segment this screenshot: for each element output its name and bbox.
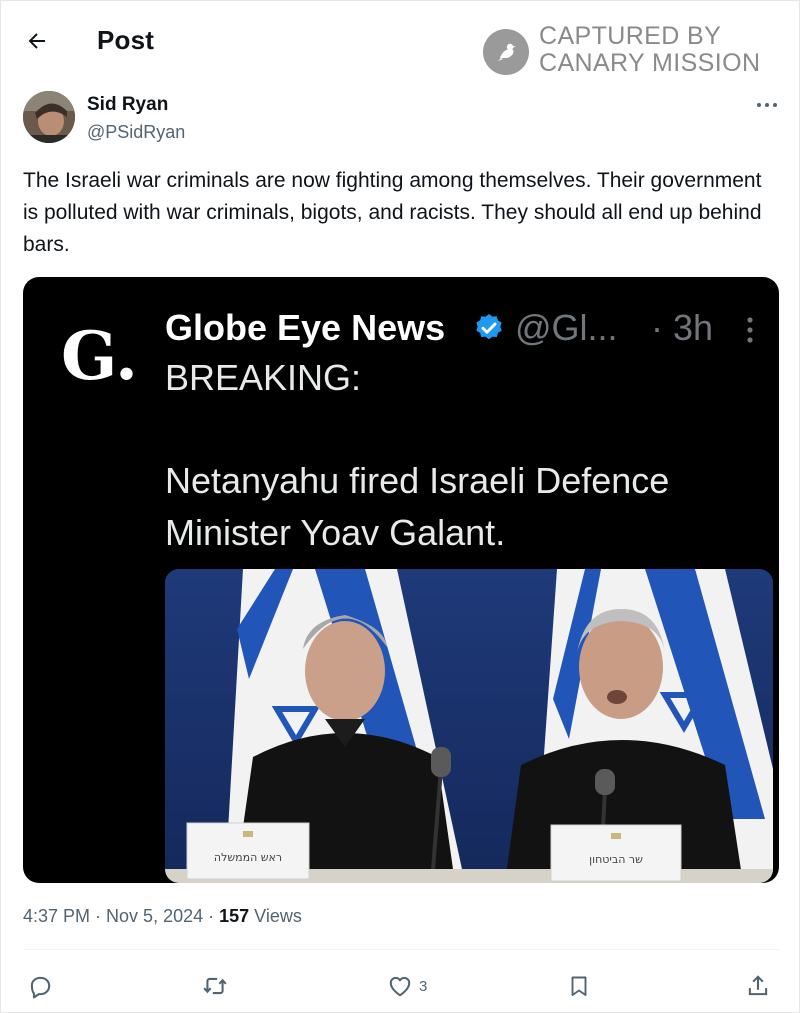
reply-icon <box>30 976 51 999</box>
author-name[interactable]: Sid Ryan <box>87 94 168 116</box>
embedded-body-text: Netanyahu fired Israeli Defence Minister… <box>165 460 670 553</box>
canary-logo-icon <box>483 29 529 75</box>
bookmark-button[interactable] <box>567 971 597 1001</box>
post-date[interactable]: Nov 5, 2024 <box>106 906 203 926</box>
watermark-line1: CAPTURED BY <box>539 22 722 50</box>
heart-icon <box>389 976 411 997</box>
bookmark-icon <box>571 976 587 996</box>
press-conference-photo: ראש הממשלה שר הביטחון <box>165 569 773 883</box>
embedded-timestamp: · 3h <box>651 307 714 348</box>
share-icon <box>748 975 768 996</box>
like-count: 3 <box>419 977 428 995</box>
verified-badge-icon <box>476 314 502 340</box>
views-label: Views <box>249 906 302 926</box>
post-page: Post CAPTURED BY CANARY MISSION Sid Ryan… <box>0 0 800 1013</box>
more-dots-icon <box>757 103 777 107</box>
repost-button[interactable] <box>201 971 235 1001</box>
meta-separator: · <box>203 906 220 926</box>
reply-button[interactable] <box>27 971 59 1001</box>
placard-left-text: ראש הממשלה <box>213 851 283 864</box>
meta-separator: · <box>90 906 107 926</box>
share-button[interactable] <box>745 971 771 1001</box>
embedded-breaking-label: BREAKING: <box>165 357 362 398</box>
watermark: CAPTURED BY CANARY MISSION <box>483 23 783 81</box>
repost-icon <box>203 977 227 995</box>
like-button[interactable]: 3 <box>387 971 427 1001</box>
divider <box>23 949 779 950</box>
arrow-left-icon <box>28 33 45 49</box>
watermark-line2: CANARY MISSION <box>539 49 761 77</box>
more-options-button[interactable] <box>749 95 785 115</box>
author-handle[interactable]: @PSidRyan <box>87 122 185 143</box>
back-button[interactable] <box>19 25 55 57</box>
post-time[interactable]: 4:37 PM <box>23 906 90 926</box>
action-bar: 3 <box>1 961 800 1011</box>
post-text: The Israeli war criminals are now fighti… <box>23 169 762 256</box>
post-media[interactable]: G. Globe Eye News @Gl... · 3h BREAKING: … <box>23 277 779 883</box>
views-count: 157 <box>219 906 250 926</box>
embedded-author-handle: @Gl... <box>515 307 618 348</box>
avatar[interactable] <box>23 91 75 143</box>
embedded-more-icon <box>747 317 753 343</box>
post-meta: 4:37 PM · Nov 5, 2024 · 157 Views <box>23 906 302 927</box>
page-header: Post CAPTURED BY CANARY MISSION <box>1 1 800 79</box>
embedded-author-name: Globe Eye News <box>165 307 446 348</box>
globe-eye-logo: G. <box>61 317 138 395</box>
placard-right-text: שר הביטחון <box>589 853 643 866</box>
watermark-text: CAPTURED BY CANARY MISSION <box>539 23 760 77</box>
page-title: Post <box>97 25 155 55</box>
